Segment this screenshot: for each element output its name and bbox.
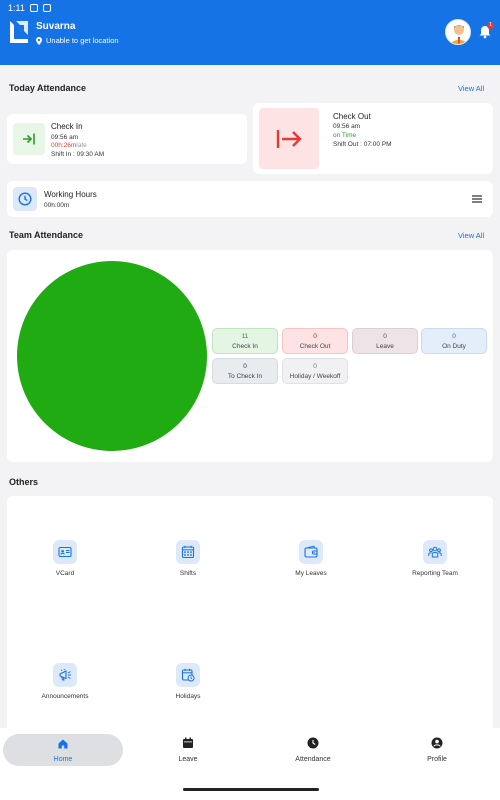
check-in-late-row: 00h:26mlate (51, 142, 87, 149)
check-in-card[interactable]: Check In 09:56 am 00h:26mlate Shift In :… (7, 114, 247, 164)
team-attendance-title: Team Attendance (9, 230, 84, 240)
others-tile-reporting-team[interactable]: Reporting Team (385, 540, 485, 577)
team-stat-label: To Check In (227, 373, 263, 380)
today-attendance-title: Today Attendance (9, 83, 87, 93)
nav-home-label: Home (53, 756, 73, 763)
nav-profile-label: Profile (427, 756, 447, 763)
team-icon-box (423, 540, 447, 564)
shield-status-icon (29, 4, 38, 12)
team-stat-label: Holiday / Weekoff (289, 373, 341, 380)
nav-home[interactable]: Home (3, 734, 123, 766)
others-tile-my-leaves[interactable]: My Leaves (261, 540, 361, 577)
check-out-shift: Shift Out : 07:00 PM (333, 141, 392, 148)
app-status-icon (42, 4, 51, 12)
others-tile-label: VCard (55, 570, 75, 577)
menu-icon[interactable] (472, 195, 482, 203)
wallet-icon-box (299, 540, 323, 564)
team-attendance-card: 11 Check In 0 Check Out 0 Leave 0 On Duty 0 To Ch… (7, 250, 493, 462)
team-stat-count: 0 (452, 333, 456, 340)
id-card-icon-box (53, 540, 77, 564)
nav-leave-label: Leave (178, 756, 198, 763)
check-out-time: 09:56 am (333, 123, 361, 130)
clock-icon (18, 192, 32, 206)
gesture-home-indicator (183, 788, 319, 791)
check-out-title: Check Out (333, 112, 371, 121)
avatar[interactable] (445, 19, 471, 45)
nav-profile[interactable]: Profile (377, 736, 497, 768)
working-hours-title: Working Hours (44, 190, 97, 199)
status-bar: 1:11 (8, 2, 51, 14)
others-tile-shifts[interactable]: Shifts (138, 540, 238, 577)
megaphone-icon (59, 668, 71, 681)
app-header: 1:11 Suvarna Unable to get location 1 (0, 0, 500, 65)
others-tile-holidays[interactable]: Holidays (138, 663, 238, 700)
id-card-icon (58, 546, 72, 558)
calendar-grid-icon (181, 545, 195, 559)
check-in-time: 09:56 am (51, 134, 79, 141)
team-stat-check-in[interactable]: 11 Check In (212, 328, 278, 354)
working-hours-value: 00h:00m (44, 202, 70, 209)
others-tile-label: Shifts (179, 570, 197, 577)
working-hours-card[interactable]: Working Hours 00h:00m (7, 181, 493, 217)
others-tile-label: Announcements (41, 693, 89, 700)
team-stat-count: 0 (313, 333, 317, 340)
team-stat-check-out[interactable]: 0 Check Out (282, 328, 348, 354)
others-card: VCard Shifts My Leaves Reporting Team Announ… (7, 496, 493, 728)
notification-badge: 1 (487, 22, 494, 29)
check-out-icon-box (259, 108, 319, 169)
others-tile-label: My Leaves (295, 570, 327, 577)
pie-slice-check-in (17, 261, 207, 451)
others-title: Others (9, 477, 39, 487)
leave-calendar-icon (183, 737, 193, 748)
holiday-calendar-icon (181, 668, 195, 682)
attendance-clock-icon (307, 737, 319, 749)
nav-leave[interactable]: Leave (128, 736, 248, 768)
today-view-all-link[interactable]: View All (458, 84, 484, 93)
check-in-icon-box (13, 123, 45, 155)
check-out-status: on Time (333, 132, 357, 139)
location-row: Unable to get location (36, 36, 119, 45)
nav-attendance[interactable]: Attendance (253, 736, 373, 768)
calendar-grid-icon-box (176, 540, 200, 564)
megaphone-icon-box (53, 663, 77, 687)
team-attendance-pie-chart (17, 261, 207, 451)
others-tile-label: Reporting Team (412, 570, 458, 577)
home-icon (58, 739, 68, 749)
location-text: Unable to get location (46, 36, 119, 45)
team-stat-label: Check In (232, 343, 258, 350)
others-tile-announcements[interactable]: Announcements (15, 663, 115, 700)
team-stat-count: 0 (313, 363, 317, 370)
team-stat-count: 0 (383, 333, 387, 340)
team-icon (428, 546, 442, 558)
holiday-calendar-icon-box (176, 663, 200, 687)
check-in-title: Check In (51, 122, 83, 131)
team-view-all-link[interactable]: View All (458, 231, 484, 240)
team-stat-label: Leave (376, 343, 394, 350)
team-stat-count: 0 (243, 363, 247, 370)
nav-attendance-label: Attendance (295, 756, 331, 763)
check-in-late-suffix: late (76, 142, 87, 149)
company-logo-icon (10, 21, 28, 43)
working-hours-icon-box (13, 187, 37, 211)
others-tile-label: Holidays (175, 693, 201, 700)
others-tile-vcard[interactable]: VCard (15, 540, 115, 577)
avatar-person-icon (450, 25, 468, 44)
team-stat-holiday-weekoff[interactable]: 0 Holiday / Weekoff (282, 358, 348, 384)
team-stat-on-duty[interactable]: 0 On Duty (421, 328, 487, 354)
check-in-icon (23, 133, 35, 145)
team-stat-label: Check Out (299, 343, 331, 350)
check-in-late-duration: 00h:26m (51, 142, 77, 149)
profile-icon (431, 737, 443, 749)
team-stat-leave[interactable]: 0 Leave (352, 328, 418, 354)
user-name: Suvarna (36, 21, 76, 32)
team-stat-count: 11 (241, 333, 249, 340)
location-pin-icon (36, 36, 42, 45)
team-stat-label: On Duty (442, 343, 466, 350)
check-out-card[interactable]: Check Out 09:56 am on Time Shift Out : 0… (253, 103, 493, 174)
wallet-icon (304, 545, 318, 558)
check-out-icon (276, 129, 302, 148)
check-in-shift: Shift In : 09:30 AM (51, 151, 105, 158)
status-time: 1:11 (8, 3, 25, 13)
team-stat-to-check-in[interactable]: 0 To Check In (212, 358, 278, 384)
